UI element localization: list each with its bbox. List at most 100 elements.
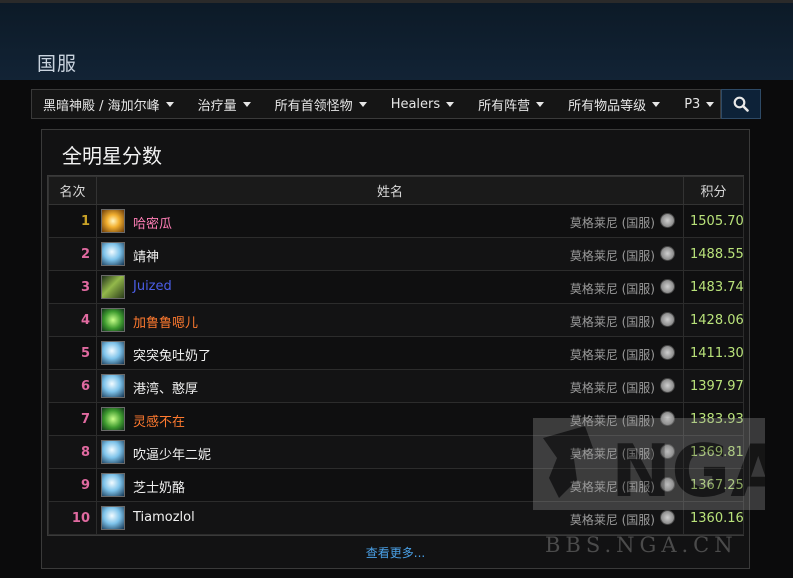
score-cell: 1428.06 (683, 303, 744, 337)
score-header[interactable]: 积分 (683, 176, 744, 205)
player-name-link[interactable]: 靖神 (133, 246, 159, 265)
filter-label: Healers (390, 96, 441, 112)
faction-icon (660, 378, 675, 393)
faction-icon (660, 213, 675, 228)
filter-label: P3 (684, 96, 701, 112)
player-name-link[interactable]: 哈密瓜 (133, 213, 172, 232)
name-cell: 加鲁鲁嗯儿 莫格莱尼 (国服) (96, 303, 684, 337)
score-cell: 1411.30 (683, 336, 744, 370)
server-name: 莫格莱尼 (国服) (569, 447, 655, 461)
caret-down-icon (652, 101, 661, 107)
server-name: 莫格莱尼 (国服) (569, 414, 655, 428)
table-row[interactable]: 9 芝士奶酪 莫格莱尼 (国服) 1367.25 (48, 468, 744, 502)
server-name: 莫格莱尼 (国服) (569, 513, 655, 527)
filter-metric-dropdown[interactable]: 治疗量 (186, 95, 263, 114)
holy-paladin-icon (101, 209, 125, 233)
rank-cell: 8 (48, 435, 97, 469)
allstar-panel: 全明星分数 名次 姓名 积分 1 哈密瓜 莫格莱尼 (国服) 1505.70 2 靖神 莫格… (41, 129, 750, 569)
name-cell: 哈密瓜 莫格莱尼 (国服) (96, 204, 684, 238)
player-name-link[interactable]: Juized (133, 279, 172, 294)
server-name: 莫格莱尼 (国服) (569, 249, 655, 263)
name-header[interactable]: 姓名 (96, 176, 684, 205)
rank-cell: 2 (48, 237, 97, 271)
score-cell: 1488.55 (683, 237, 744, 271)
watermark-url: BBS.NGA.CN (545, 533, 738, 557)
table-row[interactable]: 7 灵感不在 莫格莱尼 (国服) 1383.93 (48, 402, 744, 436)
caret-down-icon (446, 101, 455, 107)
player-name-link[interactable]: Tiamozlol (133, 510, 195, 525)
table-header: 名次 姓名 积分 (48, 176, 744, 205)
rank-cell: 4 (48, 303, 97, 337)
filter-faction-dropdown[interactable]: 所有阵营 (466, 95, 556, 114)
filter-itemlevel-dropdown[interactable]: 所有物品等级 (556, 95, 672, 114)
server-name: 莫格莱尼 (国服) (569, 381, 655, 395)
rank-cell: 10 (48, 501, 97, 535)
score-cell: 1397.97 (683, 369, 744, 403)
server-name: 莫格莱尼 (国服) (569, 216, 655, 230)
table-row[interactable]: 8 吹逼少年二妮 莫格莱尼 (国服) 1369.81 (48, 435, 744, 469)
player-name-link[interactable]: 吹逼少年二妮 (133, 444, 211, 463)
filter-label: 所有物品等级 (568, 98, 647, 114)
filter-phase-dropdown[interactable]: P3 (672, 97, 726, 112)
caret-down-icon (358, 101, 367, 107)
rank-header[interactable]: 名次 (48, 176, 97, 205)
server-name: 莫格莱尼 (国服) (569, 282, 655, 296)
rank-cell: 3 (48, 270, 97, 304)
name-cell: 灵感不在 莫格莱尼 (国服) (96, 402, 684, 436)
filter-role-dropdown[interactable]: Healers (379, 97, 466, 112)
name-cell: 吹逼少年二妮 莫格莱尼 (国服) (96, 435, 684, 469)
name-cell: 靖神 莫格莱尼 (国服) (96, 237, 684, 271)
faction-icon (660, 279, 675, 294)
filter-label: 所有阵营 (478, 98, 531, 114)
search-icon (733, 96, 749, 112)
score-cell: 1360.16 (683, 501, 744, 535)
faction-icon (660, 510, 675, 525)
player-name-link[interactable]: 芝士奶酪 (133, 477, 185, 496)
rank-cell: 5 (48, 336, 97, 370)
rank-cell: 9 (48, 468, 97, 502)
druid-icon (101, 308, 125, 332)
faction-icon (660, 477, 675, 492)
filter-label: 黑暗神殿 / 海加尔峰 (43, 98, 160, 114)
faction-icon (660, 345, 675, 360)
player-name-link[interactable]: 突突兔吐奶了 (133, 345, 211, 364)
table-row[interactable]: 5 突突兔吐奶了 莫格莱尼 (国服) 1411.30 (48, 336, 744, 370)
server-name: 莫格莱尼 (国服) (569, 348, 655, 362)
server-name: 莫格莱尼 (国服) (569, 315, 655, 329)
priest-icon (101, 506, 125, 530)
rank-cell: 1 (48, 204, 97, 238)
server-name: 莫格莱尼 (国服) (569, 480, 655, 494)
table-row[interactable]: 4 加鲁鲁嗯儿 莫格莱尼 (国服) 1428.06 (48, 303, 744, 337)
faction-icon (660, 444, 675, 459)
search-button[interactable] (721, 89, 761, 119)
filter-boss-dropdown[interactable]: 所有首领怪物 (263, 95, 379, 114)
table-row[interactable]: 10 Tiamozlol 莫格莱尼 (国服) 1360.16 (48, 501, 744, 535)
table-row[interactable]: 2 靖神 莫格莱尼 (国服) 1488.55 (48, 237, 744, 271)
rank-cell: 7 (48, 402, 97, 436)
table-row[interactable]: 1 哈密瓜 莫格莱尼 (国服) 1505.70 (48, 204, 744, 238)
filter-label: 治疗量 (197, 98, 237, 114)
name-cell: 芝士奶酪 莫格莱尼 (国服) (96, 468, 684, 502)
faction-icon (660, 246, 675, 261)
filter-zone-dropdown[interactable]: 黑暗神殿 / 海加尔峰 (32, 95, 186, 114)
score-cell: 1369.81 (683, 435, 744, 469)
header-banner (0, 0, 793, 80)
caret-down-icon (242, 101, 251, 107)
priest-icon (101, 242, 125, 266)
player-name-link[interactable]: 港湾、憨厚 (133, 378, 198, 397)
name-cell: Juized 莫格莱尼 (国服) (96, 270, 684, 304)
player-name-link[interactable]: 加鲁鲁嗯儿 (133, 312, 198, 331)
table-row[interactable]: 6 港湾、憨厚 莫格莱尼 (国服) 1397.97 (48, 369, 744, 403)
filter-bar: 黑暗神殿 / 海加尔峰 治疗量 所有首领怪物 Healers 所有阵营 所有物品… (31, 89, 721, 119)
score-cell: 1383.93 (683, 402, 744, 436)
name-cell: 突突兔吐奶了 莫格莱尼 (国服) (96, 336, 684, 370)
name-cell: Tiamozlol 莫格莱尼 (国服) (96, 501, 684, 535)
panel-title: 全明星分数 (62, 144, 162, 168)
caret-down-icon (536, 101, 545, 107)
table-row[interactable]: 3 Juized 莫格莱尼 (国服) 1483.74 (48, 270, 744, 304)
player-name-link[interactable]: 灵感不在 (133, 411, 185, 430)
priest-icon (101, 374, 125, 398)
priest-icon (101, 473, 125, 497)
priest-icon (101, 341, 125, 365)
score-cell: 1367.25 (683, 468, 744, 502)
